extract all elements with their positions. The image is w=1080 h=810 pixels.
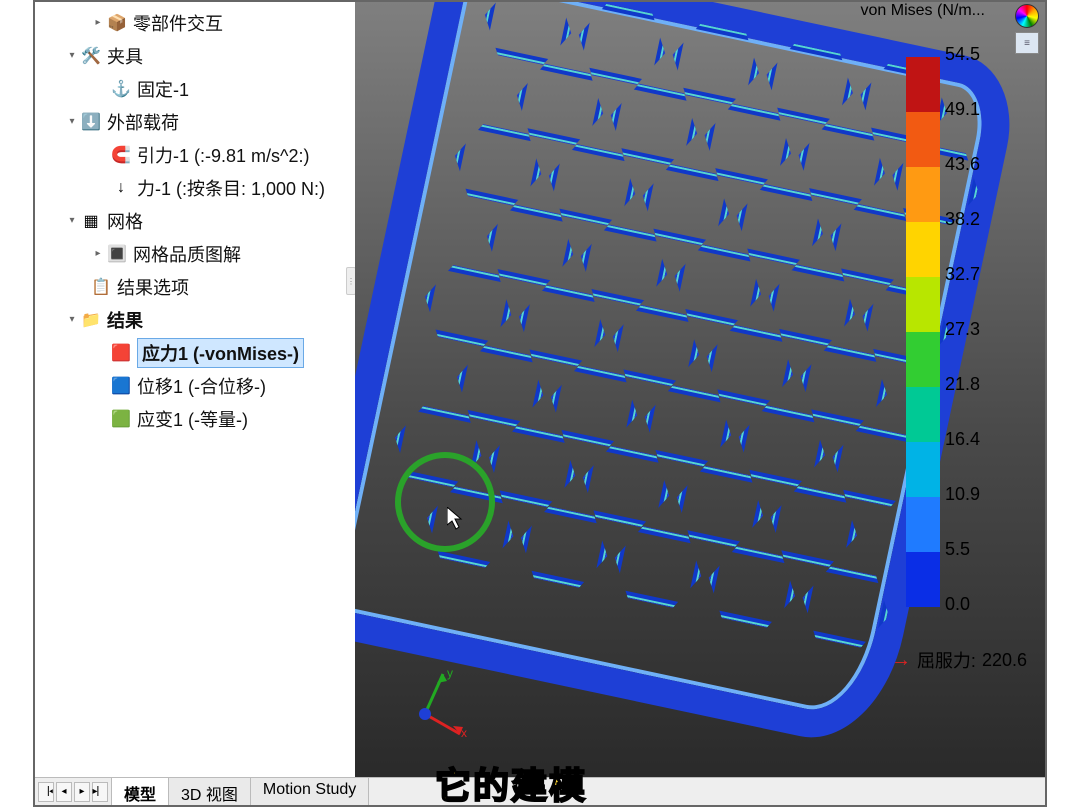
tree-item-stress[interactable]: 🟥 应力1 (-vonMises-) xyxy=(35,336,355,369)
legend-tick: 49.1 xyxy=(945,99,1000,154)
appearance-globe-icon[interactable] xyxy=(1015,4,1039,28)
legend-tick: 43.6 xyxy=(945,154,1000,209)
legend-tick: 54.5 xyxy=(945,44,1000,99)
tree-item-result-options[interactable]: 📋 结果选项 xyxy=(35,270,355,303)
legend-tick: 10.9 xyxy=(945,484,1000,539)
mesh-icon: ▦ xyxy=(81,211,101,231)
load-icon: ⬇️ xyxy=(81,112,101,132)
tree-label: 力-1 (:按条目: 1,000 N:) xyxy=(137,175,325,201)
caret-down-icon: ▾ xyxy=(65,115,79,129)
tree-label: 位移1 (-合位移-) xyxy=(137,373,266,399)
tree-label: 应力1 (-vonMises-) xyxy=(137,338,304,368)
anchor-icon: ⚓ xyxy=(111,79,131,99)
tree-item-mesh-quality[interactable]: ▸ 🔳 网格品质图解 xyxy=(35,237,355,270)
strain-plot-icon: 🟩 xyxy=(111,409,131,429)
color-bar-ticks: 54.549.143.638.232.727.321.816.410.95.50… xyxy=(945,44,1000,649)
tree-item-strain[interactable]: 🟩 应变1 (-等量-) xyxy=(35,402,355,435)
tab-motion-study[interactable]: Motion Study xyxy=(251,778,369,805)
yield-label: 屈服力: xyxy=(917,647,976,673)
feature-tree[interactable]: ▸ 📦 零部件交互 ▾ 🛠️ 夹具 ⚓ 固定-1 ▾ ⬇️ 外部载荷 🧲 引力-… xyxy=(35,2,355,777)
tree-item-gravity[interactable]: 🧲 引力-1 (:-9.81 m/s^2:) xyxy=(35,138,355,171)
tree-item-displacement[interactable]: 🟦 位移1 (-合位移-) xyxy=(35,369,355,402)
tree-item-part-interact[interactable]: ▸ 📦 零部件交互 xyxy=(35,6,355,39)
legend-tick: 32.7 xyxy=(945,264,1000,319)
graphics-viewport[interactable]: von Mises (N/m... ≡ 54.549.143.638.232.7… xyxy=(355,2,1045,777)
first-tab-icon[interactable]: ⎹◂ xyxy=(38,782,54,802)
color-bar[interactable] xyxy=(906,57,940,607)
legend-tick: 38.2 xyxy=(945,209,1000,264)
legend-tick: 27.3 xyxy=(945,319,1000,374)
tree-label: 网格 xyxy=(107,208,143,234)
yield-strength-label: → 屈服力: 220.6 xyxy=(891,647,1027,673)
options-icon: 📋 xyxy=(91,277,111,297)
video-subtitle: 它的建模 xyxy=(435,757,587,809)
legend-title: von Mises (N/m... xyxy=(861,2,985,20)
svg-text:y: y xyxy=(447,666,453,680)
tree-item-force[interactable]: ↓ 力-1 (:按条目: 1,000 N:) xyxy=(35,171,355,204)
legend-tick: 0.0 xyxy=(945,594,1000,649)
caret-down-icon: ▾ xyxy=(65,49,79,63)
caret-down-icon: ▾ xyxy=(65,313,79,327)
prev-tab-icon[interactable]: ◂ xyxy=(56,782,72,802)
caret-right-icon: ▸ xyxy=(91,16,105,30)
gravity-icon: 🧲 xyxy=(111,145,131,165)
results-icon: 📁 xyxy=(81,310,101,330)
arrow-right-icon: → xyxy=(891,649,911,672)
caret-down-icon: ▾ xyxy=(65,214,79,228)
displacement-plot-icon: 🟦 xyxy=(111,376,131,396)
coordinate-triad[interactable]: x y xyxy=(405,659,485,739)
mesh-quality-icon: 🔳 xyxy=(107,244,127,264)
tree-label: 应变1 (-等量-) xyxy=(137,406,248,432)
svg-text:x: x xyxy=(461,726,467,739)
legend-options-icon[interactable]: ≡ xyxy=(1015,32,1039,54)
cursor-highlight-ring xyxy=(395,452,495,552)
panel-collapse-handle[interactable]: ⋮ xyxy=(346,267,355,295)
tree-label: 固定-1 xyxy=(137,76,189,102)
tree-item-results[interactable]: ▾ 📁 结果 xyxy=(35,303,355,336)
yield-value: 220.6 xyxy=(982,650,1027,671)
fixture-icon: 🛠️ xyxy=(81,46,101,66)
tab-model[interactable]: 模型 xyxy=(112,778,169,805)
force-icon: ↓ xyxy=(111,178,131,198)
last-tab-icon[interactable]: ▸⎸ xyxy=(92,782,108,802)
tree-item-external-loads[interactable]: ▾ ⬇️ 外部载荷 xyxy=(35,105,355,138)
tree-item-fixed[interactable]: ⚓ 固定-1 xyxy=(35,72,355,105)
tree-label: 网格品质图解 xyxy=(133,241,241,267)
cube-icon: 📦 xyxy=(107,13,127,33)
tree-item-mesh[interactable]: ▾ ▦ 网格 xyxy=(35,204,355,237)
cursor-icon xyxy=(447,507,465,537)
legend-tick: 5.5 xyxy=(945,539,1000,594)
tree-item-fixtures[interactable]: ▾ 🛠️ 夹具 xyxy=(35,39,355,72)
caret-right-icon: ▸ xyxy=(91,247,105,261)
stress-plot-icon: 🟥 xyxy=(111,343,131,363)
tree-label: 夹具 xyxy=(107,43,143,69)
tree-label: 外部载荷 xyxy=(107,109,179,135)
legend-tick: 21.8 xyxy=(945,374,1000,429)
legend-tick: 16.4 xyxy=(945,429,1000,484)
tab-nav-controls[interactable]: ⎹◂ ◂ ▸ ▸⎸ xyxy=(35,778,112,805)
tree-label: 零部件交互 xyxy=(133,10,223,36)
bottom-tab-bar[interactable]: ⎹◂ ◂ ▸ ▸⎸ 模型 3D 视图 Motion Study 它的建模 xyxy=(35,777,1045,805)
tree-label: 结果选项 xyxy=(117,274,189,300)
tab-3d-view[interactable]: 3D 视图 xyxy=(169,778,251,805)
next-tab-icon[interactable]: ▸ xyxy=(74,782,90,802)
tree-label: 结果 xyxy=(107,307,143,333)
tree-label: 引力-1 (:-9.81 m/s^2:) xyxy=(137,142,309,168)
